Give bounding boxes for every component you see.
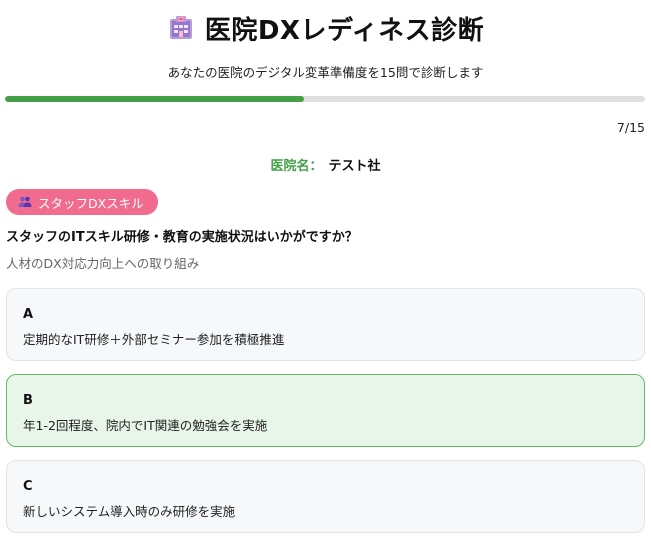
option-letter: A: [23, 307, 34, 322]
page-subtitle: あなたの医院のデジタル変革準備度を15問で診断します: [167, 65, 484, 80]
page-title: 医院DXレディネス診断: [204, 15, 485, 46]
progress-bar: [5, 96, 645, 102]
category-badge: スタッフDXスキル: [6, 189, 158, 215]
option-b[interactable]: B 年1-2回程度、院内でIT関連の勉強会を実施: [6, 374, 645, 447]
option-c[interactable]: C 新しいシステム導入時のみ研修を実施: [6, 460, 645, 533]
diagnosis-page: 医院DXレディネス診断 あなたの医院のデジタル変革準備度を15問で診断します 7…: [0, 0, 651, 540]
hospital-icon: [169, 16, 192, 39]
option-text: 新しいシステム導入時のみ研修を実施: [23, 504, 236, 519]
option-letter: B: [23, 393, 33, 408]
page-header: 医院DXレディネス診断: [0, 8, 651, 48]
question-counter: 7/15: [616, 120, 645, 135]
question-text: スタッフのITスキル研修・教育の実施状況はいかがですか？: [6, 230, 358, 245]
question-hint: 人材のDX対応力向上への取り組み: [6, 256, 200, 271]
people-icon: [18, 196, 32, 207]
progress-fill: [5, 96, 304, 102]
clinic-name: テスト社: [328, 159, 381, 174]
option-letter: C: [23, 479, 33, 494]
option-text: 年1-2回程度、院内でIT関連の勉強会を実施: [23, 418, 268, 433]
category-label: スタッフDXスキル: [38, 195, 144, 211]
option-a[interactable]: A 定期的なIT研修＋外部セミナー参加を積極推進: [6, 288, 645, 361]
option-text: 定期的なIT研修＋外部セミナー参加を積極推進: [23, 332, 285, 347]
clinic-label: 医院名：: [270, 159, 323, 174]
clinic-info: 医院名： テスト社: [0, 155, 651, 174]
